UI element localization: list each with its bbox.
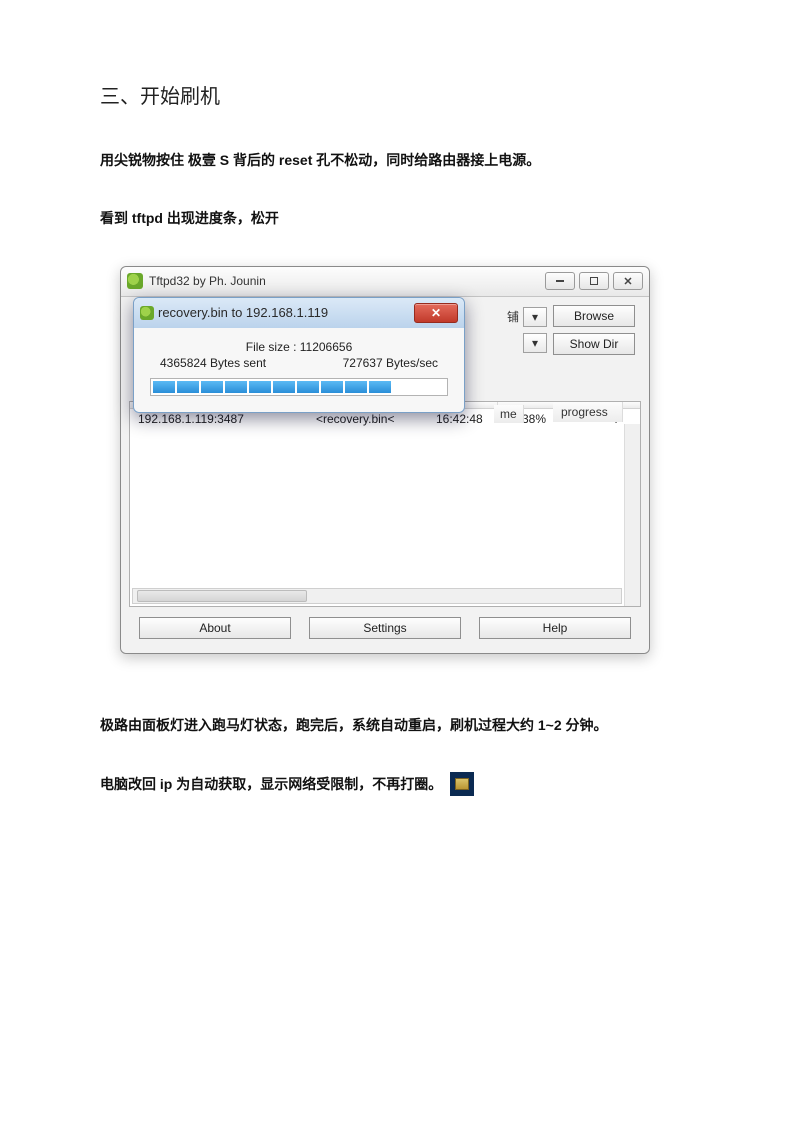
progress-segment — [321, 381, 343, 393]
about-button[interactable]: About — [139, 617, 291, 639]
paragraph-4-wrap: 电脑改回 ip 为自动获取，显示网络受限制，不再打圈。 — [100, 772, 700, 796]
cell-file: <recovery.bin< — [308, 411, 428, 427]
popup-title-text: recovery.bin to 192.168.1.119 — [158, 305, 414, 320]
bytes-sent-label: 4365824 Bytes sent — [160, 356, 266, 370]
paragraph-4: 电脑改回 ip 为自动获取，显示网络受限制，不再打圈。 — [100, 773, 442, 795]
progress-segment — [153, 381, 175, 393]
bytes-sec-label: 727637 Bytes/sec — [343, 356, 438, 370]
filesize-label: File size : 11206656 — [150, 340, 448, 354]
showdir-button[interactable]: Show Dir — [553, 333, 635, 355]
progress-segment — [345, 381, 367, 393]
taskbar-network-icon — [450, 772, 474, 796]
popup-app-icon — [140, 306, 154, 320]
section-heading: 三、开始刷机 — [100, 80, 700, 109]
progress-segment — [201, 381, 223, 393]
dropdown-arrow-1[interactable]: ▾ — [523, 307, 547, 327]
column-header-me[interactable]: me — [494, 405, 524, 423]
help-button[interactable]: Help — [479, 617, 631, 639]
vertical-scrollbar[interactable] — [624, 424, 640, 606]
truncated-label: 铺 — [507, 308, 519, 325]
paragraph-1: 用尖锐物按住 极壹 S 背后的 reset 孔不松动，同时给路由器接上电源。 — [100, 149, 700, 171]
progress-segment — [225, 381, 247, 393]
progress-segment — [273, 381, 295, 393]
cell-peer: 192.168.1.119:3487 — [130, 411, 308, 427]
dropdown-arrow-2[interactable]: ▾ — [523, 333, 547, 353]
maximize-button[interactable] — [579, 272, 609, 290]
app-icon — [127, 273, 143, 289]
progress-segment — [177, 381, 199, 393]
popup-titlebar[interactable]: recovery.bin to 192.168.1.119 ✕ — [134, 298, 464, 328]
horizontal-scrollbar[interactable] — [132, 588, 622, 604]
tftpd-window: Tftpd32 by Ph. Jounin ✕ 铺 ▾ ▾ Browse Sho… — [120, 266, 650, 654]
progress-segment — [297, 381, 319, 393]
progress-bar — [150, 378, 448, 396]
browse-button[interactable]: Browse — [553, 305, 635, 327]
close-button[interactable]: ✕ — [613, 272, 643, 290]
minimize-button[interactable] — [545, 272, 575, 290]
progress-segment — [369, 381, 391, 393]
window-title: Tftpd32 by Ph. Jounin — [149, 274, 545, 288]
popup-close-button[interactable]: ✕ — [414, 303, 458, 323]
paragraph-3: 极路由面板灯进入跑马灯状态，跑完后，系统自动重启，刷机过程大约 1~2 分钟。 — [100, 714, 700, 736]
scroll-thumb[interactable] — [137, 590, 307, 602]
progress-segment — [249, 381, 271, 393]
transfer-popup: recovery.bin to 192.168.1.119 ✕ File siz… — [133, 297, 465, 413]
paragraph-2: 看到 tftpd 出现进度条，松开 — [100, 207, 700, 229]
cell-time: 16:42:48 — [428, 411, 498, 427]
titlebar[interactable]: Tftpd32 by Ph. Jounin ✕ — [121, 267, 649, 297]
settings-button[interactable]: Settings — [309, 617, 461, 639]
transfer-list: me progress 192.168.1.119:3487 <recovery… — [129, 401, 641, 607]
column-header-progress[interactable]: progress — [553, 402, 623, 422]
